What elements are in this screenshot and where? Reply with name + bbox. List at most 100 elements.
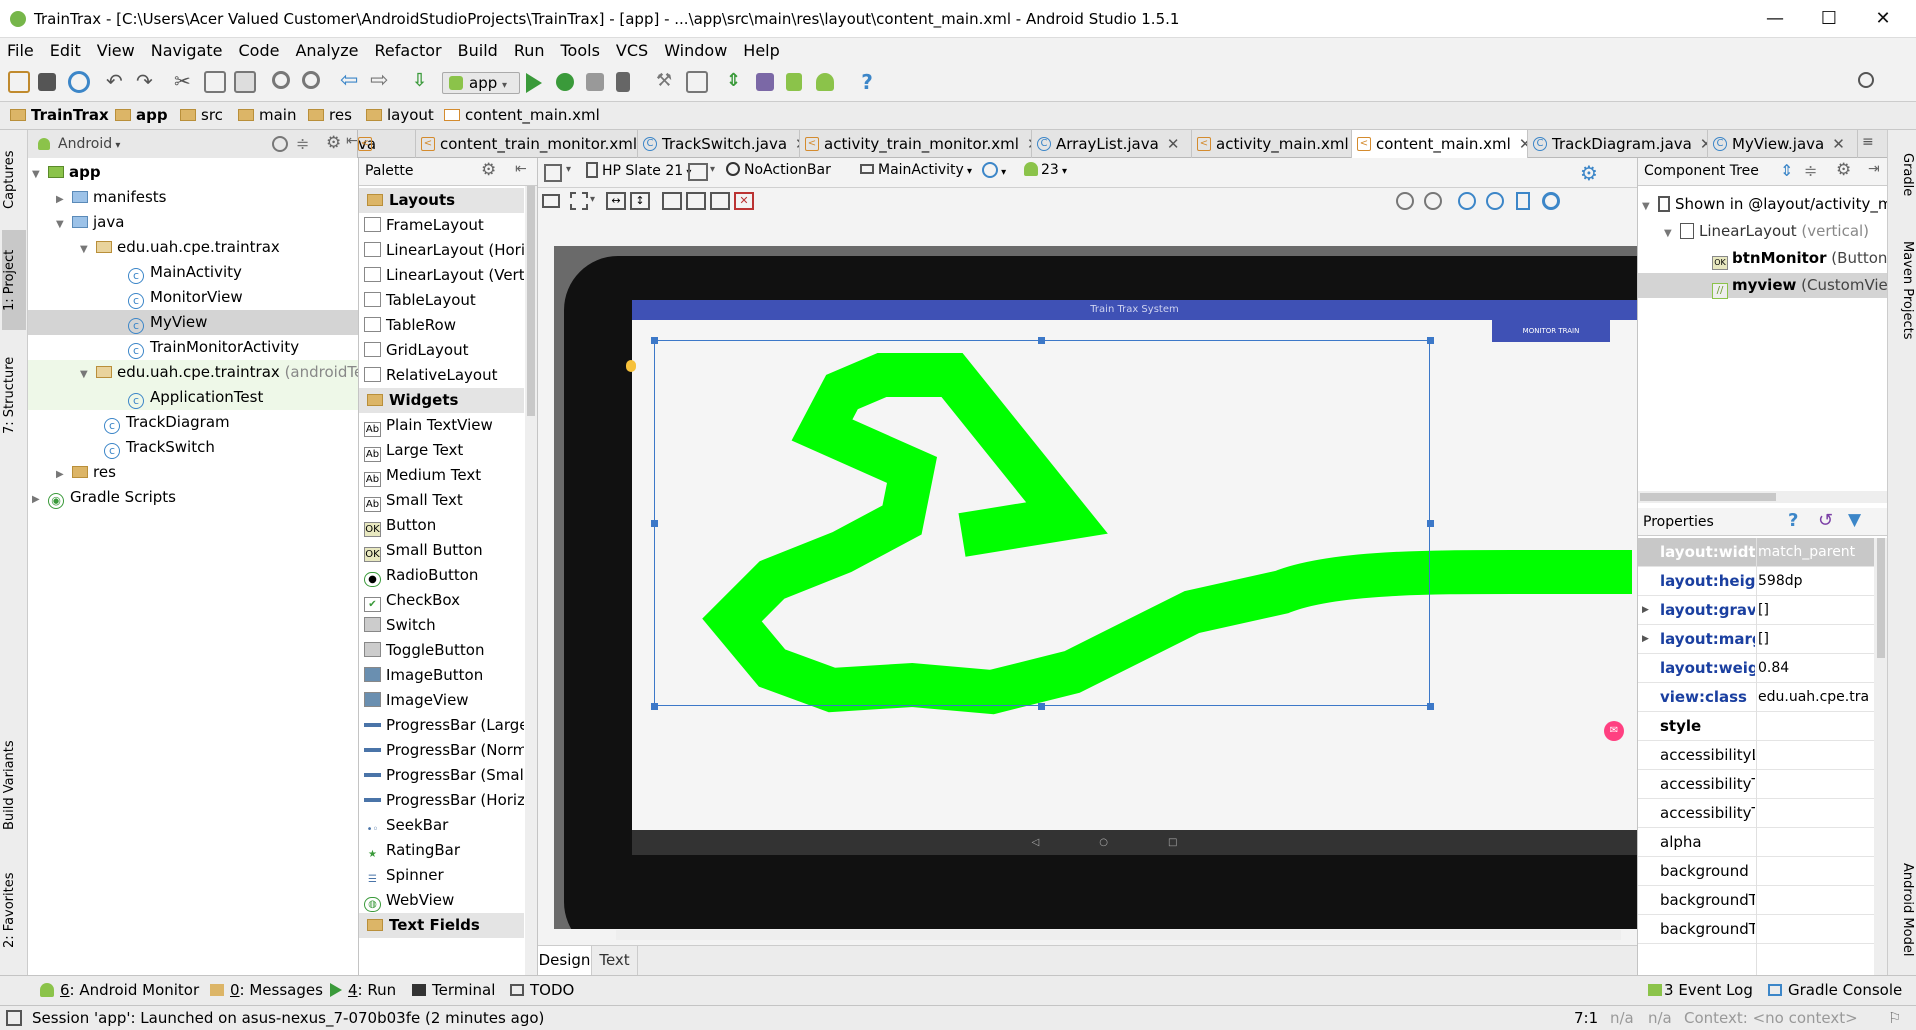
breadcrumb-src[interactable]: src: [180, 106, 223, 124]
cut-icon[interactable]: ✂: [174, 71, 196, 93]
run-tab[interactable]: 4: Run: [330, 981, 396, 999]
close-window-button[interactable]: ✕: [1860, 4, 1906, 34]
zoom-fit-icon[interactable]: [1396, 192, 1414, 210]
save-icon[interactable]: [38, 73, 56, 91]
resize-handle[interactable]: [1427, 703, 1434, 710]
refresh-icon[interactable]: [1542, 192, 1560, 210]
filter-icon[interactable]: ▼: [1848, 510, 1861, 530]
close-tab-icon[interactable]: ✕: [1832, 135, 1845, 153]
menu-edit[interactable]: Edit: [50, 38, 81, 64]
forward-icon[interactable]: ⇨: [370, 70, 392, 93]
undo-icon[interactable]: ↶: [106, 71, 128, 93]
paste-icon[interactable]: [234, 71, 256, 93]
screenshot-icon[interactable]: [1516, 192, 1530, 210]
properties-scrollbar[interactable]: [1874, 538, 1888, 975]
tab-content-main[interactable]: <content_main.xml✕: [1352, 130, 1528, 158]
tab-text[interactable]: Text: [592, 946, 638, 975]
terminal-tab[interactable]: Terminal: [412, 981, 495, 999]
maven-projects-tab[interactable]: Maven Projects: [1891, 225, 1915, 355]
hide-panel-icon[interactable]: ⇤: [346, 133, 358, 149]
collapse-all-icon[interactable]: ≑: [1804, 161, 1817, 180]
zoom-in-icon[interactable]: [1458, 192, 1476, 210]
tree-item-trackdiagram[interactable]: c TrackDiagram: [28, 410, 358, 435]
theme-dropdown[interactable]: NoActionBar: [726, 162, 831, 178]
tree-h-scrollbar[interactable]: [1638, 491, 1888, 503]
tab-activity-train-monitor[interactable]: <activity_train_monitor.xml✕: [800, 130, 1032, 158]
resize-handle[interactable]: [651, 520, 658, 527]
breadcrumb-main[interactable]: main: [238, 106, 296, 124]
tool-windows-icon[interactable]: [6, 1010, 22, 1026]
palette-hide-icon[interactable]: ⇤: [515, 161, 527, 177]
tree-myview[interactable]: //myview (CustomView) -: [1638, 273, 1916, 299]
resize-handle[interactable]: [1038, 703, 1045, 710]
tree-item-monitorview[interactable]: c MonitorView: [28, 285, 358, 310]
sync-gradle-icon[interactable]: ⇕: [726, 71, 748, 93]
palette-item[interactable]: ProgressBar (Norm: [364, 738, 524, 763]
gradle-tab[interactable]: Gradle: [1891, 140, 1915, 210]
menu-code[interactable]: Code: [239, 38, 280, 64]
menu-analyze[interactable]: Analyze: [295, 38, 358, 64]
find-icon[interactable]: [272, 71, 290, 89]
palette-item[interactable]: Ab Large Text: [364, 438, 524, 463]
favorites-tab[interactable]: 2: Favorites: [2, 860, 26, 960]
palette-item[interactable]: LinearLayout (Verti: [364, 263, 524, 288]
align-left-icon[interactable]: [662, 192, 682, 210]
zoom-out-icon[interactable]: [1486, 192, 1504, 210]
palette-item[interactable]: Ab Medium Text: [364, 463, 524, 488]
android-monitor-tab[interactable]: 6: Android Monitor: [40, 981, 199, 999]
structure-tool-tab[interactable]: 7: Structure: [2, 340, 26, 450]
palette-item[interactable]: OK Button: [364, 513, 524, 538]
captures-tab[interactable]: Captures: [2, 140, 26, 220]
tree-item-gradle-scripts[interactable]: ▶ ◉ Gradle Scripts: [28, 485, 358, 510]
layout-direction-icon[interactable]: [542, 194, 560, 208]
palette-item[interactable]: ✔ CheckBox: [364, 588, 524, 613]
palette-item[interactable]: Ab Small Text: [364, 488, 524, 513]
menu-build[interactable]: Build: [458, 38, 498, 64]
tree-item-package[interactable]: ▼ edu.uah.cpe.traintrax: [28, 235, 358, 260]
palette-item[interactable]: ToggleButton: [364, 638, 524, 663]
build-variants-tab[interactable]: Build Variants: [2, 730, 26, 840]
palette-item[interactable]: ◍ WebView: [364, 888, 524, 913]
tab-trackswitch[interactable]: CTrackSwitch.java✕: [638, 130, 800, 158]
restore-default-icon[interactable]: ↺: [1818, 510, 1833, 531]
palette-item[interactable]: Ab Plain TextView: [364, 413, 524, 438]
event-log-tab[interactable]: 3 Event Log: [1648, 981, 1753, 999]
todo-tab[interactable]: TODO: [510, 981, 574, 999]
expand-all-icon[interactable]: ⇕: [1780, 161, 1793, 180]
tree-item-java[interactable]: ▼ java: [28, 210, 358, 235]
tab-content-train-monitor[interactable]: <content_train_monitor.xml✕: [416, 130, 638, 158]
menu-refactor[interactable]: Refactor: [375, 38, 442, 64]
orientation-icon[interactable]: [688, 163, 708, 181]
menu-window[interactable]: Window: [664, 38, 727, 64]
search-everywhere-icon[interactable]: [1858, 72, 1874, 88]
palette-item[interactable]: OK Small Button: [364, 538, 524, 563]
palette-item[interactable]: ProgressBar (Horiz: [364, 788, 524, 813]
fab-mail-icon[interactable]: ✉: [1604, 721, 1624, 741]
menu-run[interactable]: Run: [514, 38, 545, 64]
tree-item-applicationtest[interactable]: c ApplicationTest: [28, 385, 358, 410]
palette-item[interactable]: ImageButton: [364, 663, 524, 688]
tab-partial[interactable]: < va: [358, 130, 416, 158]
scroll-from-source-icon[interactable]: [272, 136, 288, 152]
redo-icon[interactable]: ↷: [136, 71, 158, 93]
close-tab-icon[interactable]: ✕: [1519, 135, 1527, 153]
palette-group-widgets[interactable]: Widgets: [359, 388, 524, 413]
tree-settings-icon[interactable]: ⚙: [1836, 160, 1851, 180]
resize-handle[interactable]: [1427, 337, 1434, 344]
zoom-actual-icon[interactable]: [1424, 192, 1442, 210]
tree-hide-icon[interactable]: ⇥: [1868, 161, 1880, 177]
delete-icon[interactable]: ✕: [734, 192, 754, 210]
breadcrumb-project[interactable]: TrainTrax: [10, 106, 109, 124]
resize-handle[interactable]: [1038, 337, 1045, 344]
back-icon[interactable]: ⇦: [340, 70, 362, 93]
tree-item-myview[interactable]: c MyView: [28, 310, 358, 335]
tree-linearlayout[interactable]: ▼ LinearLayout (vertical): [1638, 219, 1888, 244]
tree-shown-in[interactable]: ▼ Shown in @layout/activity_main: [1638, 192, 1915, 217]
tab-list-icon[interactable]: ≡: [1862, 134, 1874, 150]
gradle-console-tab[interactable]: Gradle Console: [1768, 981, 1902, 999]
fit-icon[interactable]: [570, 192, 588, 210]
close-tab-icon[interactable]: ✕: [1700, 135, 1707, 153]
palette-scrollbar[interactable]: [525, 186, 537, 975]
align-center-icon[interactable]: [686, 192, 706, 210]
palette-item[interactable]: GridLayout: [364, 338, 524, 363]
